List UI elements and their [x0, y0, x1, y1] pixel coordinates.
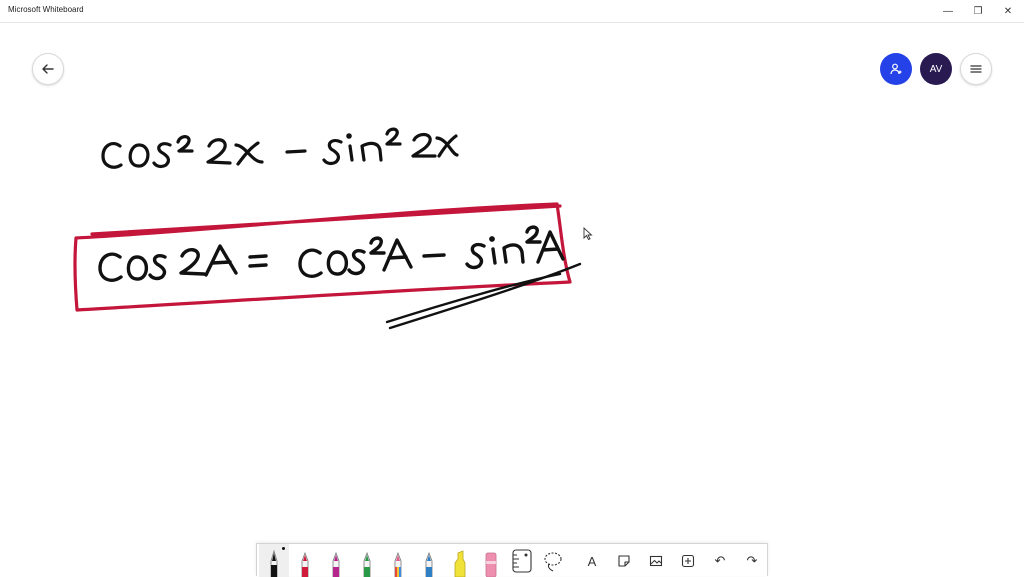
app-title: Microsoft Whiteboard [8, 5, 84, 14]
pen-magenta-tool[interactable] [321, 544, 351, 577]
ink-toolbar: A ↶ ↷ [256, 543, 768, 577]
minimize-button[interactable]: — [932, 0, 964, 22]
pen-icon [301, 551, 309, 577]
ruler-icon [512, 549, 532, 573]
lasso-tool[interactable] [538, 544, 568, 577]
image-icon [649, 555, 663, 567]
sticky-note-tool[interactable] [609, 544, 639, 577]
text-icon: A [587, 554, 597, 569]
lasso-icon [544, 552, 562, 572]
pen-green-tool[interactable] [352, 544, 382, 577]
add-icon [681, 554, 695, 568]
pen-black-tool[interactable] [259, 544, 289, 577]
pen-icon [332, 551, 340, 577]
pen-icon [270, 549, 278, 577]
close-window-button[interactable]: ✕ [992, 0, 1024, 22]
maximize-button[interactable]: ❐ [962, 0, 994, 22]
pen-blue-tool[interactable] [414, 544, 444, 577]
pen-rainbow-tool[interactable] [383, 544, 413, 577]
pen-icon [363, 551, 371, 577]
highlighter-icon [454, 550, 466, 577]
highlighter-tool[interactable] [445, 544, 475, 577]
note-icon [618, 555, 630, 567]
redo-button[interactable]: ↷ [737, 544, 767, 577]
pen-red-tool[interactable] [290, 544, 320, 577]
pen-icon [425, 551, 433, 577]
active-dot [282, 547, 285, 550]
redo-icon: ↷ [746, 553, 758, 568]
ruler-tool[interactable] [507, 544, 537, 577]
undo-button[interactable]: ↶ [705, 544, 735, 577]
underline-strokes [385, 262, 582, 330]
insert-tool[interactable] [673, 544, 703, 577]
title-bar: Microsoft Whiteboard — ❐ ✕ [0, 0, 1024, 23]
ink-expression-top [101, 127, 459, 169]
pen-icon [394, 551, 402, 577]
text-tool[interactable]: A [577, 544, 607, 577]
eraser-icon [485, 552, 497, 577]
whiteboard-canvas[interactable] [0, 23, 1024, 543]
mouse-cursor-icon [583, 227, 593, 241]
ink-identity-formula [98, 225, 565, 282]
eraser-tool[interactable] [476, 544, 506, 577]
image-tool[interactable] [641, 544, 671, 577]
undo-icon: ↶ [714, 553, 726, 568]
